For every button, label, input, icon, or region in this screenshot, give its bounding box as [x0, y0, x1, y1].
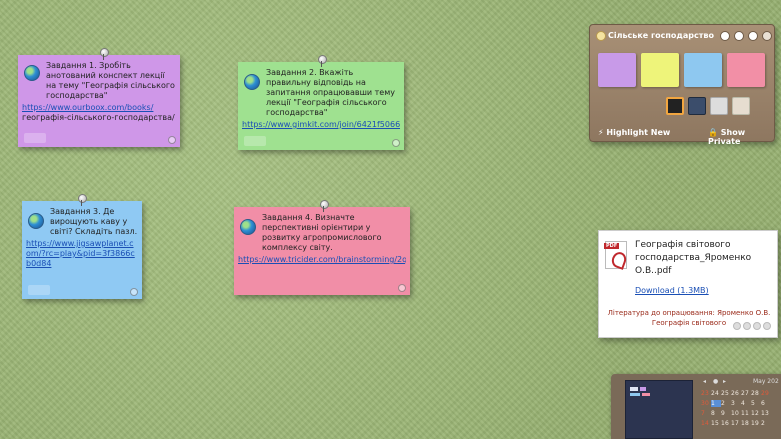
- purple-note-swatch[interactable]: [598, 53, 636, 87]
- calendar-day[interactable]: 26: [731, 390, 741, 397]
- note-text: Завдання 4. Визначте перспективні орієнт…: [262, 213, 382, 252]
- calendar-day[interactable]: 24: [711, 390, 721, 397]
- video-icon[interactable]: [688, 97, 706, 115]
- calendar-widget: ◂ ● ▸ May 202 23 24 25 26 27 28 29 30 1 2 3 4 5 6 78…: [611, 374, 781, 439]
- calendar-day[interactable]: 16: [721, 420, 731, 427]
- calendar-day[interactable]: 5: [751, 400, 761, 407]
- pdf-file-card[interactable]: Географія світового господарства_Яроменк…: [598, 230, 778, 338]
- note-options-icon[interactable]: [168, 136, 176, 144]
- calendar-week: 23 24 25 26 27 28 29: [701, 390, 771, 397]
- globe-icon: [28, 213, 44, 229]
- prev-month-icon[interactable]: ◂: [703, 378, 706, 385]
- note-link[interactable]: https://www.gimkit.com/join/6421f5066: [242, 120, 400, 129]
- attachment-icon[interactable]: [710, 97, 728, 115]
- globe-icon: [240, 219, 256, 235]
- pink-note-swatch[interactable]: [727, 53, 765, 87]
- pushpin-icon: [100, 48, 109, 60]
- calendar-day[interactable]: 9: [721, 410, 731, 417]
- calendar-day[interactable]: 25: [721, 390, 731, 397]
- calendar-day[interactable]: 29: [761, 390, 771, 397]
- highlight-new-label: Highlight New: [606, 128, 671, 137]
- calendar-day[interactable]: 13: [761, 410, 771, 417]
- calendar-day-today[interactable]: 1: [711, 400, 721, 407]
- settings-icon[interactable]: [720, 31, 730, 41]
- month-label: May 202: [753, 378, 779, 385]
- calendar-day[interactable]: 27: [741, 390, 751, 397]
- calendar-day[interactable]: 14: [701, 420, 711, 427]
- sticky-note-task-3[interactable]: Завдання 3. Де вирощують каву у світі? С…: [22, 194, 142, 299]
- note-link[interactable]: https://www.tricider.com/brainstorming/2…: [238, 255, 406, 264]
- calendar-week: 7 8 9 10 11 12 13: [701, 410, 771, 417]
- calendar-day[interactable]: 18: [741, 420, 751, 427]
- note-link[interactable]: https://www.jigsawplanet.com/?rc=play&pi…: [26, 239, 135, 268]
- note-stamp: [244, 136, 266, 146]
- show-private-label: Show Private: [708, 128, 746, 146]
- edit-icon[interactable]: [733, 322, 741, 330]
- blank-note-icon[interactable]: [732, 97, 750, 115]
- show-private-toggle[interactable]: 🔒 Show Private: [708, 128, 774, 146]
- note-options-icon[interactable]: [398, 284, 406, 292]
- card-controls: [731, 322, 771, 333]
- calendar-day[interactable]: 4: [741, 400, 751, 407]
- sticky-notes-panel: Сільське господарство ⚡ Highlight New 🔒 …: [589, 24, 775, 146]
- calendar-day[interactable]: 3: [731, 400, 741, 407]
- calendar-day[interactable]: 28: [751, 390, 761, 397]
- calendar-day[interactable]: 6: [761, 400, 771, 407]
- panel-title: Сільське господарство: [608, 31, 714, 40]
- note-text: Завдання 2. Вкажіть правильну відповідь …: [266, 68, 395, 117]
- calendar-day[interactable]: 7: [701, 410, 711, 417]
- sticky-note-task-1[interactable]: Завдання 1. Зробіть анотований конспект …: [18, 48, 180, 147]
- file-name: Географія світового господарства_Яроменк…: [635, 240, 752, 276]
- pushpin-icon: [318, 55, 327, 67]
- calendar-day[interactable]: 30: [701, 400, 711, 407]
- photo-icon[interactable]: [666, 97, 684, 115]
- sticky-note-task-2[interactable]: Завдання 2. Вкажіть правильну відповідь …: [238, 55, 404, 150]
- note-text: Завдання 1. Зробіть анотований конспект …: [46, 61, 175, 100]
- calendar-day[interactable]: 2: [721, 400, 731, 407]
- note-stamp: [24, 133, 46, 143]
- blue-note-swatch[interactable]: [684, 53, 722, 87]
- globe-icon: [244, 74, 260, 90]
- note-link-continuation: географія-сільського-господарства/: [22, 113, 175, 122]
- power-icon[interactable]: [762, 31, 772, 41]
- settings-icon[interactable]: [743, 322, 751, 330]
- calendar-day[interactable]: 15: [711, 420, 721, 427]
- download-link[interactable]: Download (1.3MB): [635, 286, 709, 295]
- calendar-day[interactable]: 8: [711, 410, 721, 417]
- help-icon[interactable]: [734, 31, 744, 41]
- today-icon[interactable]: ●: [713, 378, 718, 385]
- info-icon[interactable]: [753, 322, 761, 330]
- calendar-day[interactable]: 10: [731, 410, 741, 417]
- pushpin-icon: [320, 200, 329, 212]
- calendar-week: 30 1 2 3 4 5 6: [701, 400, 771, 407]
- board-thumbnail[interactable]: [625, 380, 693, 439]
- sticky-note-task-4[interactable]: Завдання 4. Визначте перспективні орієнт…: [234, 200, 410, 295]
- note-options-icon[interactable]: [392, 139, 400, 147]
- calendar-day[interactable]: 17: [731, 420, 741, 427]
- calendar-day[interactable]: 12: [751, 410, 761, 417]
- note-options-icon[interactable]: [130, 288, 138, 296]
- calendar-week: 14 15 16 17 18 19 2: [701, 420, 771, 427]
- calendar-day[interactable]: 23: [701, 390, 711, 397]
- smiley-icon: [596, 31, 606, 41]
- close-icon[interactable]: [763, 322, 771, 330]
- pdf-icon: [604, 241, 627, 269]
- note-link[interactable]: https://www.ourboox.com/books/: [22, 103, 153, 112]
- yellow-note-swatch[interactable]: [641, 53, 679, 87]
- calendar-day[interactable]: 19: [751, 420, 761, 427]
- calendar-day[interactable]: 11: [741, 410, 751, 417]
- note-stamp: [28, 285, 50, 295]
- globe-icon: [24, 65, 40, 81]
- calendar-day[interactable]: 2: [761, 420, 771, 427]
- next-month-icon[interactable]: ▸: [723, 378, 726, 385]
- highlight-new-toggle[interactable]: ⚡ Highlight New: [598, 128, 670, 137]
- info-icon[interactable]: [748, 31, 758, 41]
- pushpin-icon: [78, 194, 87, 206]
